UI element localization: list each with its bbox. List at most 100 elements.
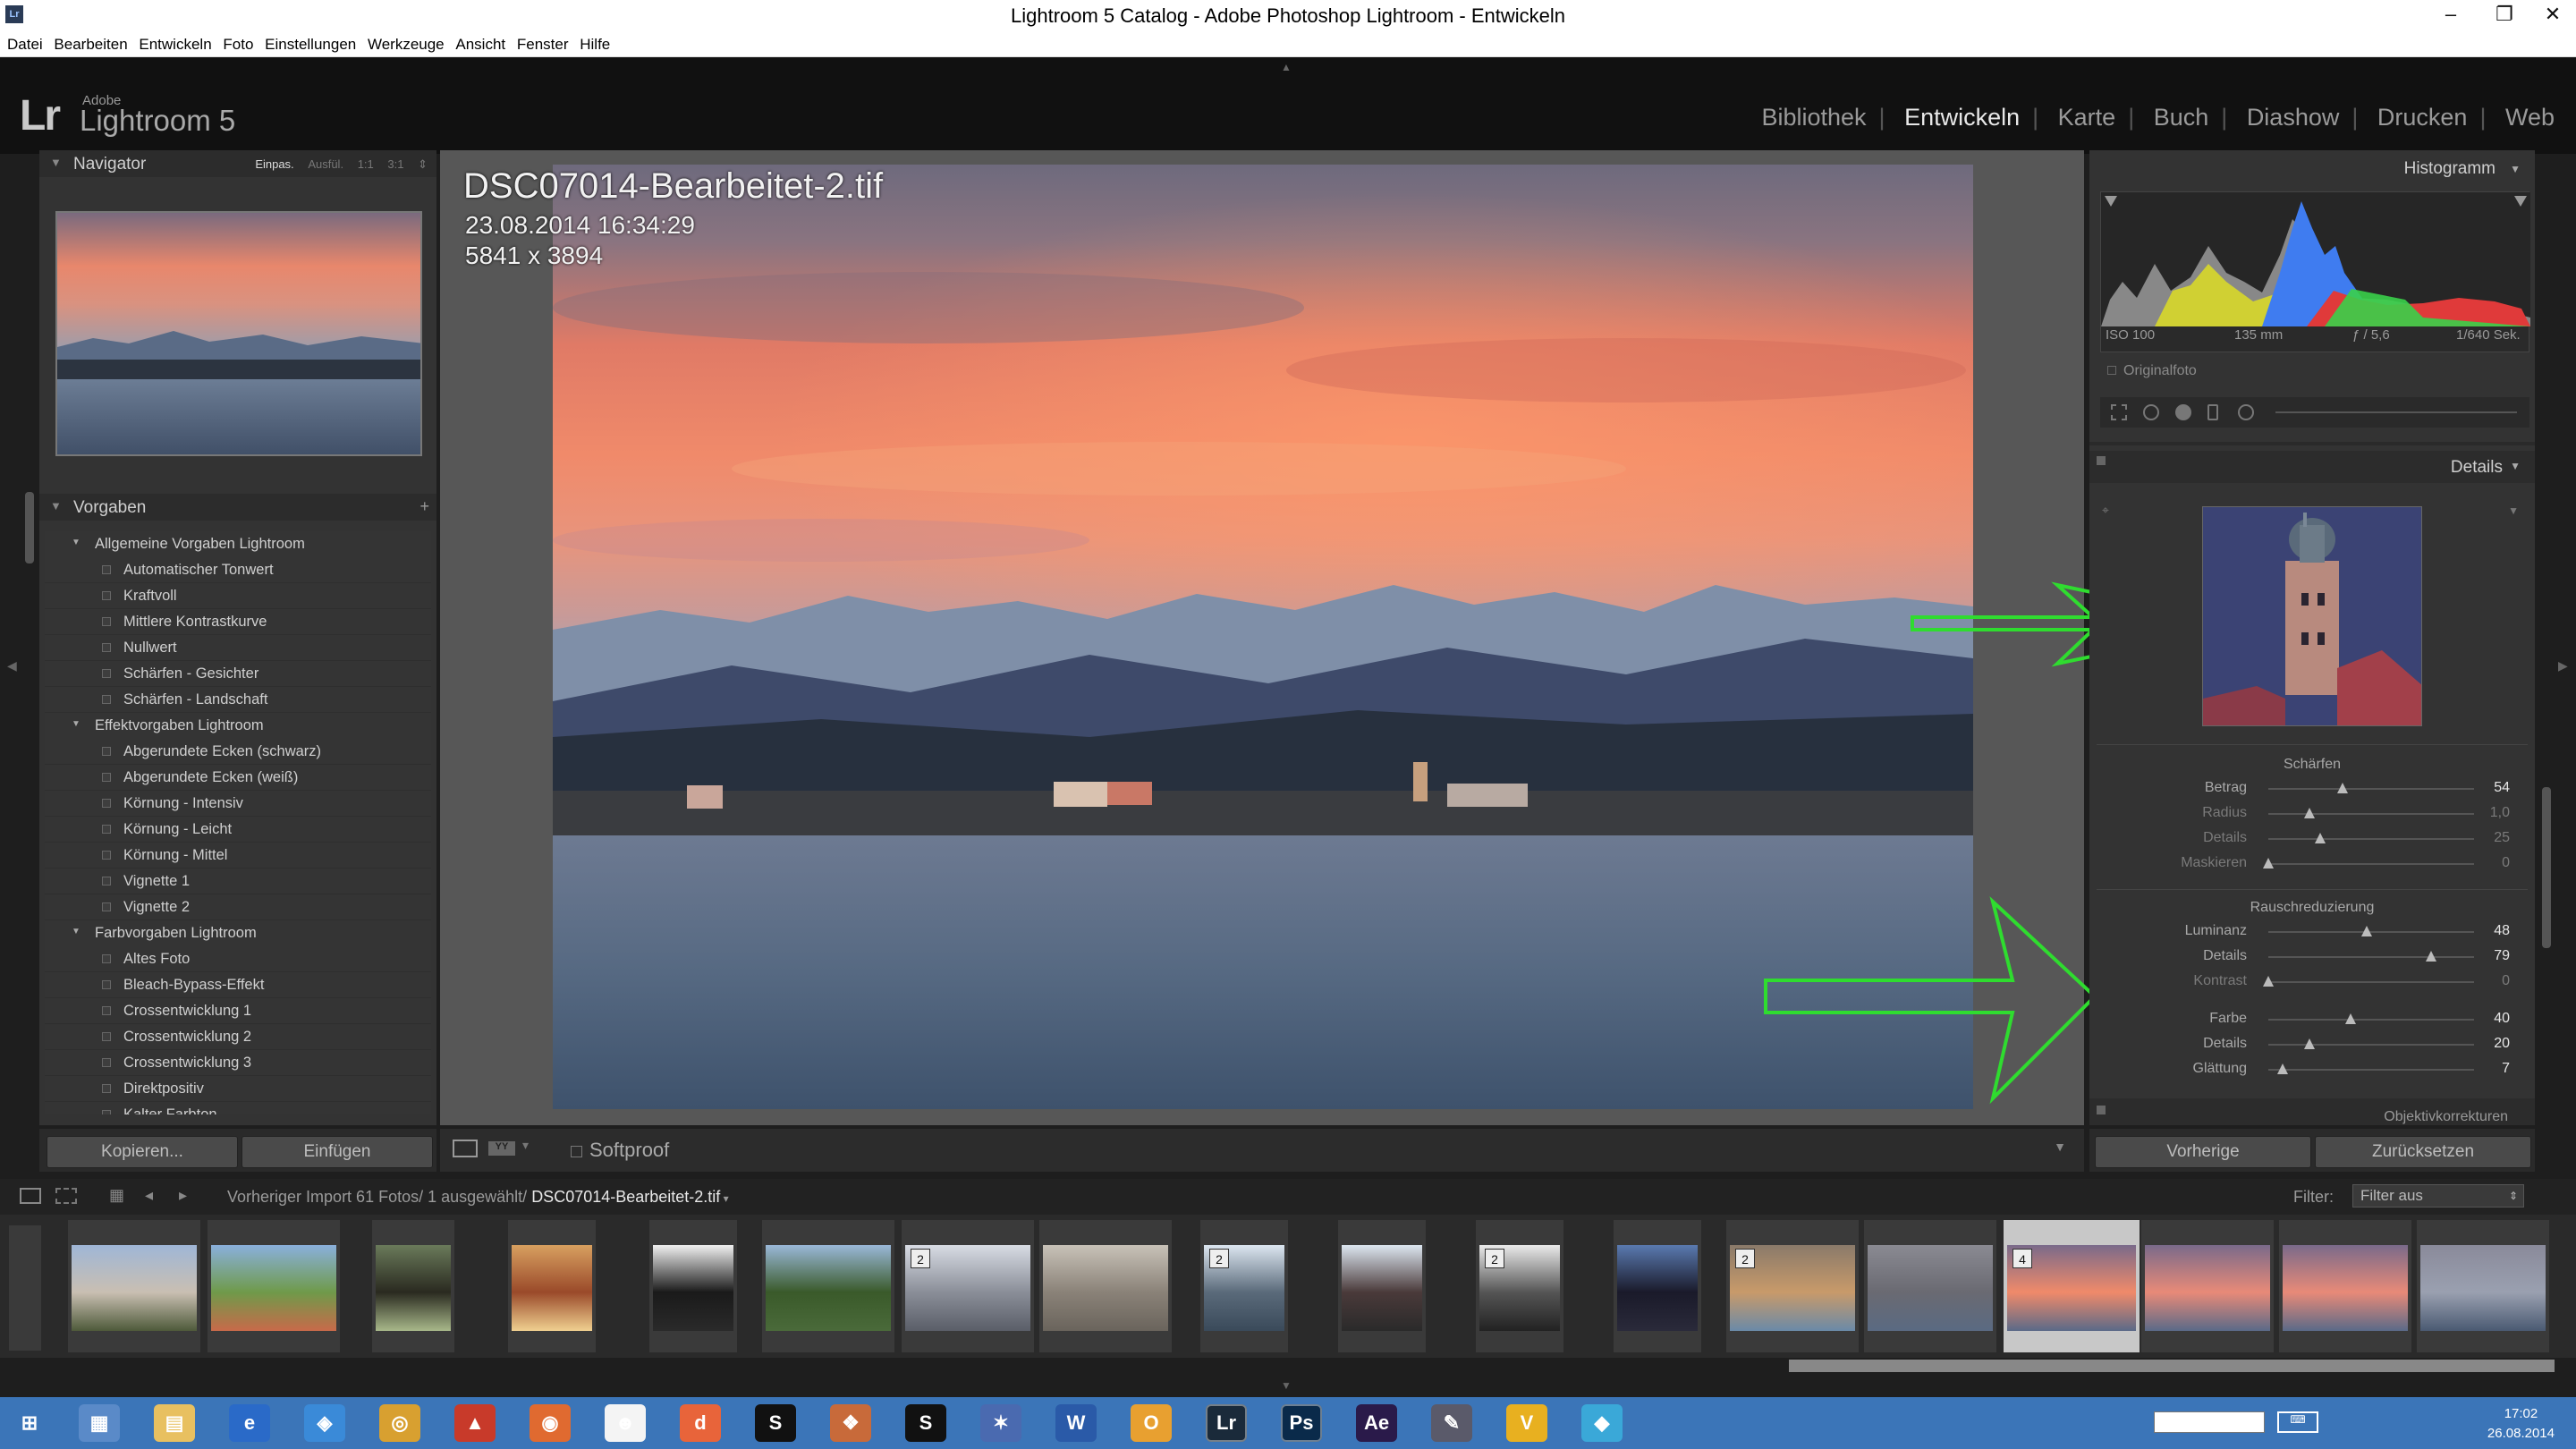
file-explorer-icon[interactable]: ▤ bbox=[154, 1404, 195, 1442]
slider-handle[interactable] bbox=[2361, 926, 2373, 936]
filmstrip-thumbnail[interactable] bbox=[653, 1245, 733, 1331]
preset-item[interactable]: Körnung - Intensiv bbox=[45, 791, 431, 817]
slider-handle[interactable] bbox=[2336, 783, 2348, 793]
forward-arrow-icon[interactable]: ▸ bbox=[179, 1186, 187, 1205]
softproof-checkbox[interactable] bbox=[571, 1145, 582, 1157]
slider-handle[interactable] bbox=[2314, 833, 2326, 843]
red-eye-icon[interactable] bbox=[2175, 404, 2191, 420]
filmstrip-cell[interactable] bbox=[68, 1220, 200, 1352]
menu-bearbeiten[interactable]: Bearbeiten bbox=[54, 32, 127, 57]
filmstrip-thumbnail[interactable] bbox=[211, 1245, 336, 1331]
filmstrip-cell[interactable] bbox=[372, 1220, 454, 1352]
slider-row[interactable]: Maskieren 0 bbox=[2089, 852, 2535, 877]
calculator-icon[interactable]: ▦ bbox=[79, 1404, 120, 1442]
module-bibliothek[interactable]: Bibliothek bbox=[1761, 104, 1866, 131]
slider-track[interactable] bbox=[2268, 1019, 2474, 1021]
filmstrip-thumbnail[interactable] bbox=[1868, 1245, 1993, 1331]
panel-switch-icon[interactable] bbox=[2097, 456, 2106, 465]
filmstrip-thumbnail[interactable] bbox=[512, 1245, 592, 1331]
preset-item[interactable]: Crossentwicklung 3 bbox=[45, 1050, 431, 1076]
slider-value[interactable]: 1,0 bbox=[2490, 805, 2510, 821]
menu-hilfe[interactable]: Hilfe bbox=[580, 32, 610, 57]
right-panel-toggle[interactable]: ▶ bbox=[2558, 658, 2568, 674]
second-window-icon[interactable] bbox=[55, 1188, 77, 1204]
slider-track[interactable] bbox=[2268, 813, 2474, 815]
slider-row[interactable]: Radius 1,0 bbox=[2089, 801, 2535, 826]
filmstrip-cell[interactable] bbox=[208, 1220, 340, 1352]
folder-expand-icon[interactable]: ▼ bbox=[72, 538, 80, 547]
preset-item[interactable]: Körnung - Mittel bbox=[45, 843, 431, 869]
slider-row[interactable]: Kontrast 0 bbox=[2089, 970, 2535, 995]
presets-header[interactable]: ▼ Vorgaben + bbox=[39, 494, 436, 521]
zoom-1-1[interactable]: 1:1 bbox=[358, 157, 374, 171]
preset-item[interactable]: Schärfen - Landschaft bbox=[45, 687, 431, 713]
slider-value[interactable]: 54 bbox=[2494, 780, 2510, 796]
navigator-header[interactable]: ▼ Navigator Einpas. Ausfül. 1:1 3:1 ⇕ bbox=[39, 150, 436, 177]
paste-settings-button[interactable]: Einfügen bbox=[242, 1136, 433, 1168]
windows-start-icon[interactable]: ⊞ bbox=[9, 1404, 50, 1442]
preset-item[interactable]: Mittlere Kontrastkurve bbox=[45, 609, 431, 635]
zoom-fit[interactable]: Einpas. bbox=[255, 157, 293, 171]
outlook-icon[interactable]: O bbox=[1131, 1404, 1172, 1442]
slider-handle[interactable] bbox=[2304, 1038, 2315, 1049]
app-icon[interactable]: ✶ bbox=[980, 1404, 1021, 1442]
slider-value[interactable]: 0 bbox=[2502, 855, 2510, 871]
stack-count-badge[interactable]: 2 bbox=[1485, 1249, 1504, 1268]
softproof-toggle[interactable]: Softproof bbox=[571, 1139, 669, 1162]
filmstrip-thumbnail[interactable] bbox=[72, 1245, 197, 1331]
before-after-dropdown-icon[interactable]: ▾ bbox=[522, 1138, 529, 1153]
module-diashow[interactable]: Diashow bbox=[2247, 104, 2340, 131]
pdf-icon[interactable]: ▲ bbox=[454, 1404, 496, 1442]
details-header[interactable]: Details ▼ bbox=[2089, 451, 2535, 483]
internet-explorer-icon[interactable]: e bbox=[229, 1404, 270, 1442]
graduated-filter-icon[interactable] bbox=[2207, 404, 2218, 420]
app-icon[interactable]: ❖ bbox=[830, 1404, 871, 1442]
grid-view-icon[interactable]: ▦ bbox=[109, 1186, 124, 1205]
app-icon[interactable]: ☻ bbox=[605, 1404, 646, 1442]
slider-row[interactable]: Luminanz 48 bbox=[2089, 919, 2535, 945]
filmstrip-cell[interactable] bbox=[1338, 1220, 1426, 1352]
stack-count-badge[interactable]: 2 bbox=[911, 1249, 930, 1268]
target-icon[interactable]: ⌖ bbox=[2102, 503, 2109, 518]
zoom-fill[interactable]: Ausfül. bbox=[308, 157, 343, 171]
preset-item[interactable]: Abgerundete Ecken (schwarz) bbox=[45, 739, 431, 765]
filmstrip-cell[interactable] bbox=[2141, 1220, 2274, 1352]
filmstrip-cell[interactable] bbox=[1864, 1220, 1996, 1352]
slider-value[interactable]: 25 bbox=[2494, 830, 2510, 846]
module-web[interactable]: Web bbox=[2505, 104, 2555, 131]
preset-item[interactable]: Automatischer Tonwert bbox=[45, 557, 431, 583]
filmstrip-thumbnail[interactable] bbox=[1043, 1245, 1168, 1331]
filmstrip-thumbnail[interactable] bbox=[766, 1245, 891, 1331]
app-icon[interactable]: S bbox=[755, 1404, 796, 1442]
preset-item[interactable]: Kalter Farbton bbox=[45, 1102, 431, 1114]
close-button[interactable]: ✕ bbox=[2526, 2, 2576, 29]
filmstrip-cell[interactable] bbox=[762, 1220, 894, 1352]
word-icon[interactable]: W bbox=[1055, 1404, 1097, 1442]
original-photo-toggle[interactable]: Originalfoto bbox=[2107, 363, 2197, 379]
crop-tool-icon[interactable] bbox=[2111, 404, 2127, 420]
filmstrip-thumbnail[interactable]: 2 bbox=[905, 1245, 1030, 1331]
filmstrip-thumbnail[interactable] bbox=[2145, 1245, 2270, 1331]
menu-einstellungen[interactable]: Einstellungen bbox=[265, 32, 356, 57]
original-photo-checkbox[interactable] bbox=[2107, 366, 2116, 375]
preset-item[interactable]: Kraftvoll bbox=[45, 583, 431, 609]
preset-item[interactable]: Vignette 1 bbox=[45, 869, 431, 894]
detail-preview-menu-icon[interactable]: ▼ bbox=[2508, 504, 2519, 517]
preset-item[interactable]: Bleach-Bypass-Effekt bbox=[45, 972, 431, 998]
menu-fenster[interactable]: Fenster bbox=[517, 32, 569, 57]
preset-folder[interactable]: ▼ Farbvorgaben Lightroom bbox=[45, 920, 431, 946]
slider-track[interactable] bbox=[2268, 1069, 2474, 1071]
filmstrip-thumbnail[interactable]: 4 bbox=[2007, 1245, 2136, 1331]
reset-button[interactable]: Zurücksetzen bbox=[2315, 1136, 2531, 1168]
slider-row[interactable]: Glättung 7 bbox=[2089, 1057, 2535, 1082]
filmstrip-cell[interactable] bbox=[508, 1220, 596, 1352]
chrome-icon[interactable]: ◎ bbox=[379, 1404, 420, 1442]
slider-value[interactable]: 40 bbox=[2494, 1011, 2510, 1027]
brush-slider[interactable] bbox=[2275, 411, 2517, 413]
preset-folder[interactable]: ▼ Effektvorgaben Lightroom bbox=[45, 713, 431, 739]
toolbar-menu-icon[interactable]: ▼ bbox=[2054, 1140, 2066, 1154]
module-drucken[interactable]: Drucken bbox=[2377, 104, 2468, 131]
filmstrip-scroll-left[interactable] bbox=[9, 1225, 41, 1351]
folder-expand-icon[interactable]: ▼ bbox=[72, 927, 80, 936]
slider-row[interactable]: Details 20 bbox=[2089, 1032, 2535, 1057]
